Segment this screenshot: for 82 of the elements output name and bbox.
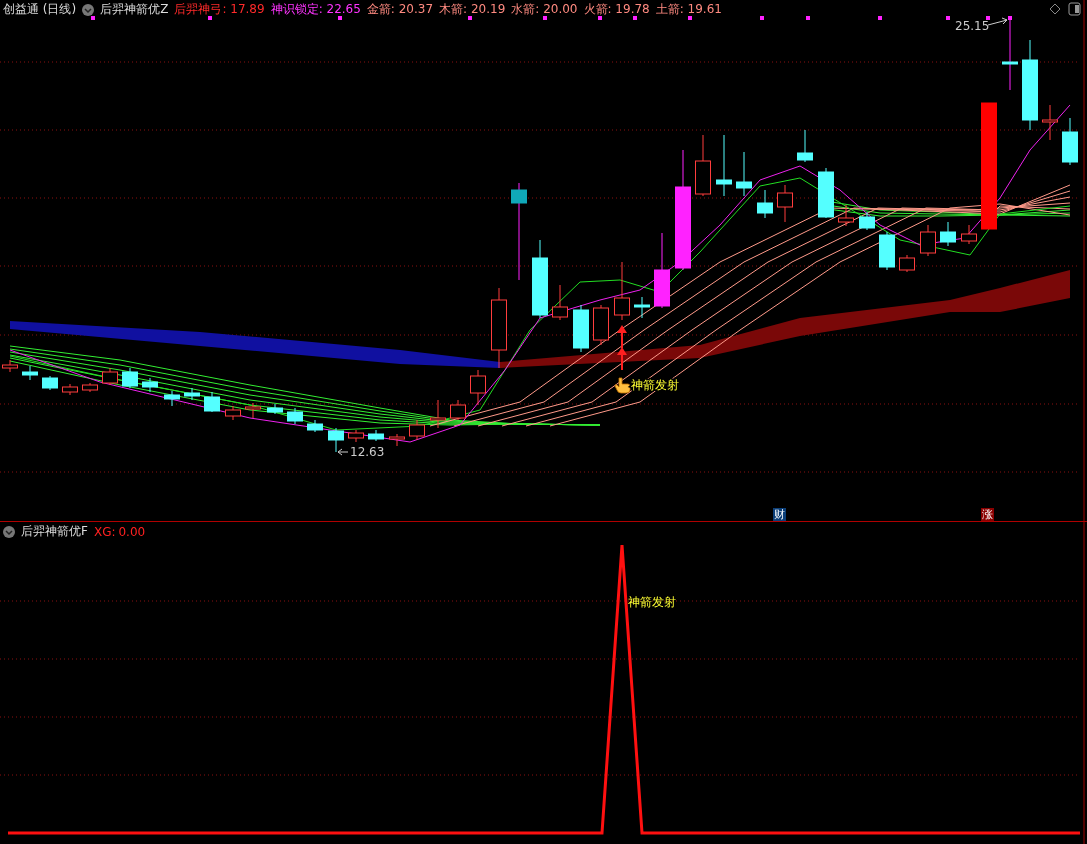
chart-title: 创益通 (日线) — [3, 1, 77, 18]
candlestick — [1062, 117, 1078, 166]
pointing-hand-icon — [614, 377, 631, 394]
signal-marker — [633, 16, 637, 20]
candlestick — [42, 375, 58, 391]
candlestick — [777, 184, 793, 223]
low-price-label: 12.63 — [350, 445, 385, 459]
candlestick — [164, 390, 180, 407]
signal-marker — [946, 16, 950, 20]
legend-value: 水箭: 20.00 — [511, 1, 578, 18]
low-price-pointer — [337, 448, 349, 456]
candlestick — [614, 261, 630, 321]
series-value: 0.00 — [118, 524, 146, 539]
series-name: XG: — [93, 524, 116, 539]
candlestick — [368, 429, 384, 442]
candlestick — [818, 167, 834, 219]
candlestick — [307, 419, 323, 433]
candlestick — [122, 367, 138, 389]
high-price-pointer — [987, 17, 1008, 26]
candlestick — [552, 284, 568, 321]
signal-marker — [208, 16, 212, 20]
candlestick — [102, 367, 118, 386]
candlestick — [22, 365, 38, 381]
legend-value: 火箭: 19.78 — [583, 1, 650, 18]
signal-marker — [878, 16, 882, 20]
candlestick — [62, 383, 78, 396]
event-tag[interactable]: 涨 — [981, 508, 994, 521]
candlestick — [328, 427, 344, 453]
candlestick — [287, 407, 303, 425]
diamond-icon — [1049, 3, 1061, 15]
candlestick — [204, 391, 220, 413]
signal-marker — [688, 16, 692, 20]
candlestick — [695, 134, 711, 197]
signal-marker — [986, 16, 990, 20]
candlestick — [961, 224, 977, 245]
candlestick — [142, 377, 158, 393]
candlestick — [920, 224, 936, 257]
candlestick — [430, 399, 446, 429]
signal-label: 神箭发射 — [628, 595, 676, 609]
high-price-label: 25.15 — [955, 19, 990, 33]
candlestick — [757, 189, 773, 219]
chevron-down-icon[interactable] — [82, 3, 95, 16]
candlestick — [225, 405, 241, 421]
candlestick — [245, 402, 261, 419]
signal-marker — [806, 16, 810, 20]
candlestick — [716, 134, 732, 197]
chevron-down-icon[interactable] — [3, 525, 15, 538]
candlestick — [593, 304, 609, 346]
candlestick — [267, 403, 283, 415]
signal-marker — [1008, 16, 1012, 20]
candlestick — [409, 419, 425, 441]
legend-value: 金箭: 20.37 — [366, 1, 434, 18]
legend-value: 土箭: 19.61 — [655, 1, 722, 18]
candlestick — [838, 204, 854, 227]
signal-marker — [468, 16, 472, 20]
candlestick — [450, 399, 466, 421]
legend-value: 神识锁定: 22.65 — [270, 1, 361, 18]
candlestick — [184, 387, 200, 401]
event-tag[interactable]: 财 — [773, 508, 786, 521]
candlestick — [797, 129, 813, 163]
signal-marker — [543, 16, 547, 20]
candlestick — [573, 304, 589, 353]
candlestick — [736, 151, 752, 197]
signal-marker — [338, 16, 342, 20]
candlestick — [1042, 104, 1058, 141]
up-arrow-icon — [617, 325, 627, 371]
candlestick — [634, 296, 650, 319]
legend-value: 后羿神弓: 17.89 — [174, 1, 265, 18]
indicator-name: 后羿神箭优Z — [100, 1, 169, 18]
panel-toggle-icon[interactable] — [1068, 2, 1081, 16]
legend-value: 木箭: 20.19 — [439, 1, 506, 18]
indicator-name: 后羿神箭优F — [21, 523, 88, 540]
candlestick — [879, 231, 895, 271]
candlestick — [940, 221, 956, 247]
candlestick — [348, 429, 364, 443]
candlestick — [389, 433, 405, 447]
candlestick — [899, 254, 915, 273]
signal-marker — [598, 16, 602, 20]
signal-marker — [760, 16, 764, 20]
candlestick — [859, 211, 875, 231]
candlestick — [82, 382, 98, 393]
candlestick — [470, 369, 486, 406]
